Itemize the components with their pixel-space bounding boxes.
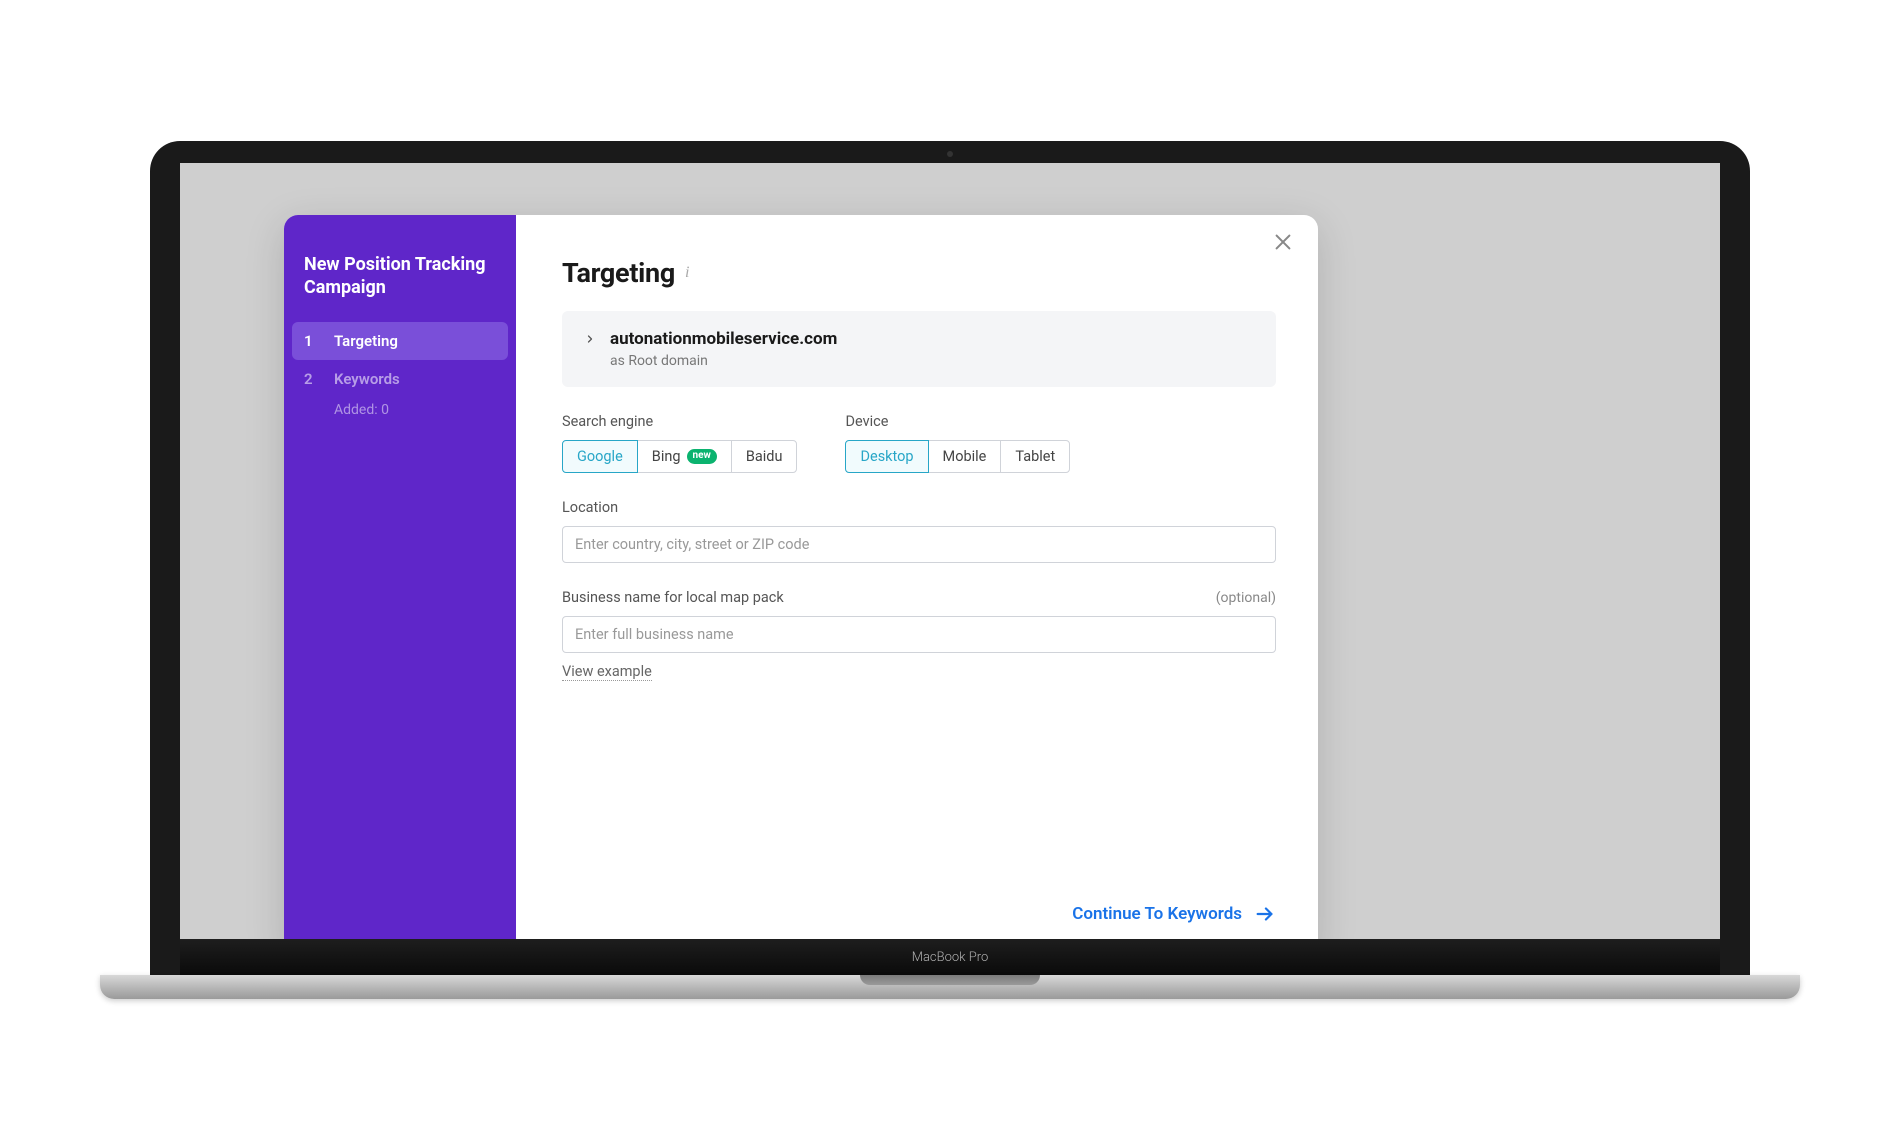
search-engine-label: Search engine [562, 413, 797, 430]
info-icon[interactable]: i [685, 264, 689, 282]
engine-option-label: Bing [652, 448, 681, 465]
view-example-link[interactable]: View example [562, 663, 652, 681]
laptop-screen: New Position Tracking Campaign 1 Targeti… [180, 163, 1720, 939]
page-title: Targeting [562, 257, 675, 289]
device-group: Device Desktop Mobile Tablet [845, 413, 1070, 473]
engine-option-google[interactable]: Google [562, 440, 638, 473]
search-engine-segmented: Google Bing new Baidu [562, 440, 797, 473]
step-number: 2 [304, 370, 316, 388]
domain-subtitle: as Root domain [584, 353, 1254, 369]
continue-label: Continue To Keywords [1072, 904, 1242, 924]
search-engine-group: Search engine Google Bing new [562, 413, 797, 473]
location-label: Location [562, 499, 1276, 516]
device-option-label: Mobile [943, 448, 987, 465]
chevron-right-icon [584, 333, 596, 345]
wizard-sidebar: New Position Tracking Campaign 1 Targeti… [284, 215, 516, 939]
close-button[interactable] [1272, 231, 1300, 259]
device-option-mobile[interactable]: Mobile [928, 440, 1002, 473]
device-segmented: Desktop Mobile Tablet [845, 440, 1070, 473]
arrow-right-icon [1254, 903, 1276, 925]
page-title-row: Targeting i [562, 257, 1276, 289]
engine-device-row: Search engine Google Bing new [562, 413, 1276, 473]
camera-dot [947, 151, 953, 157]
optional-label: (optional) [1216, 590, 1276, 606]
domain-name: autonationmobileservice.com [610, 329, 837, 349]
device-label: Device [845, 413, 1070, 430]
new-badge: new [687, 449, 717, 464]
step-label: Keywords [334, 370, 400, 388]
device-option-desktop[interactable]: Desktop [845, 440, 928, 473]
step-keywords[interactable]: 2 Keywords [284, 360, 516, 398]
engine-option-bing[interactable]: Bing new [637, 440, 732, 473]
business-name-input[interactable] [562, 616, 1276, 653]
location-input[interactable] [562, 526, 1276, 563]
step-number: 1 [304, 332, 316, 350]
engine-option-baidu[interactable]: Baidu [731, 440, 798, 473]
main-panel: Targeting i autonationmobileservice.com … [516, 215, 1318, 939]
step-targeting[interactable]: 1 Targeting [292, 322, 508, 360]
business-label-row: Business name for local map pack (option… [562, 589, 1276, 606]
laptop-notch [860, 975, 1040, 985]
laptop-body: New Position Tracking Campaign 1 Targeti… [150, 141, 1750, 975]
laptop-bottom-bar: MacBook Pro [180, 939, 1720, 975]
business-label: Business name for local map pack [562, 589, 784, 606]
close-icon [1272, 231, 1294, 253]
device-option-label: Desktop [860, 448, 913, 465]
device-option-tablet[interactable]: Tablet [1000, 440, 1070, 473]
engine-option-label: Baidu [746, 448, 783, 465]
engine-option-label: Google [577, 448, 623, 465]
step-list: 1 Targeting 2 Keywords Added: 0 [284, 322, 516, 418]
domain-box[interactable]: autonationmobileservice.com as Root doma… [562, 311, 1276, 387]
laptop-base [100, 975, 1800, 999]
continue-button[interactable]: Continue To Keywords [1072, 903, 1276, 925]
laptop-mockup: New Position Tracking Campaign 1 Targeti… [150, 141, 1750, 999]
business-section: Business name for local map pack (option… [562, 589, 1276, 681]
location-section: Location [562, 499, 1276, 563]
campaign-modal: New Position Tracking Campaign 1 Targeti… [284, 215, 1318, 939]
modal-footer: Continue To Keywords [562, 883, 1276, 925]
laptop-label: MacBook Pro [912, 950, 989, 965]
step-keywords-sub: Added: 0 [284, 398, 516, 418]
domain-row: autonationmobileservice.com [584, 329, 1254, 349]
device-option-label: Tablet [1015, 448, 1055, 465]
sidebar-title: New Position Tracking Campaign [284, 253, 516, 322]
step-label: Targeting [334, 332, 398, 350]
